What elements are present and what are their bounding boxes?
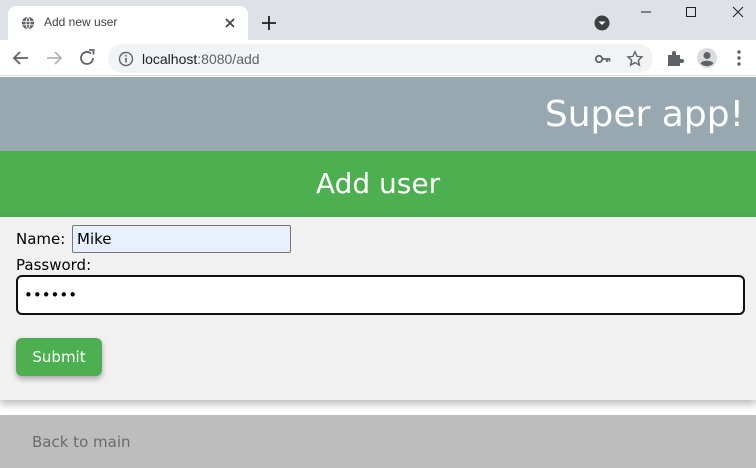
forward-arrow-icon[interactable] [43,47,65,69]
browser-toolbar: localhost:8080/add [0,40,756,76]
reload-icon[interactable] [76,47,98,69]
app-title: Super app! [544,94,744,135]
url-host: localhost [142,51,198,67]
app-header: Super app! [0,77,756,151]
address-bar[interactable]: localhost:8080/add [108,44,653,73]
add-user-form: Name: Password: Submit [0,217,756,400]
globe-icon [21,16,35,30]
password-label: Password: [16,256,92,274]
tab-search-icon[interactable] [594,15,610,31]
browser-tab[interactable]: Add new user [8,6,248,40]
url-path: :8080/add [197,51,260,67]
back-to-main-link[interactable]: Back to main [32,433,131,451]
new-tab-icon[interactable] [258,12,280,34]
key-icon[interactable] [594,50,612,68]
profile-avatar-icon[interactable] [696,47,718,69]
bookmark-star-icon[interactable] [625,49,645,69]
form-header: Add user [0,151,756,217]
browser-titlebar: Add new user [0,0,756,40]
name-input[interactable] [72,225,291,253]
form-title: Add user [315,167,441,200]
window-close-icon[interactable] [728,2,748,22]
submit-button[interactable]: Submit [16,338,102,376]
kebab-menu-icon[interactable] [729,47,749,69]
close-tab-icon[interactable] [220,13,240,33]
tab-title: Add new user [44,15,118,29]
name-label: Name: [16,230,66,248]
maximize-icon[interactable] [681,2,701,22]
minimize-icon[interactable] [636,2,656,22]
info-icon[interactable] [118,51,134,67]
footer: Back to main [0,415,756,468]
password-input[interactable] [16,275,745,315]
url-text: localhost:8080/add [142,51,260,67]
extensions-puzzle-icon[interactable] [664,47,686,69]
web-page: Super app! Add user Name: Password: Subm… [0,77,756,468]
back-arrow-icon[interactable] [10,47,32,69]
